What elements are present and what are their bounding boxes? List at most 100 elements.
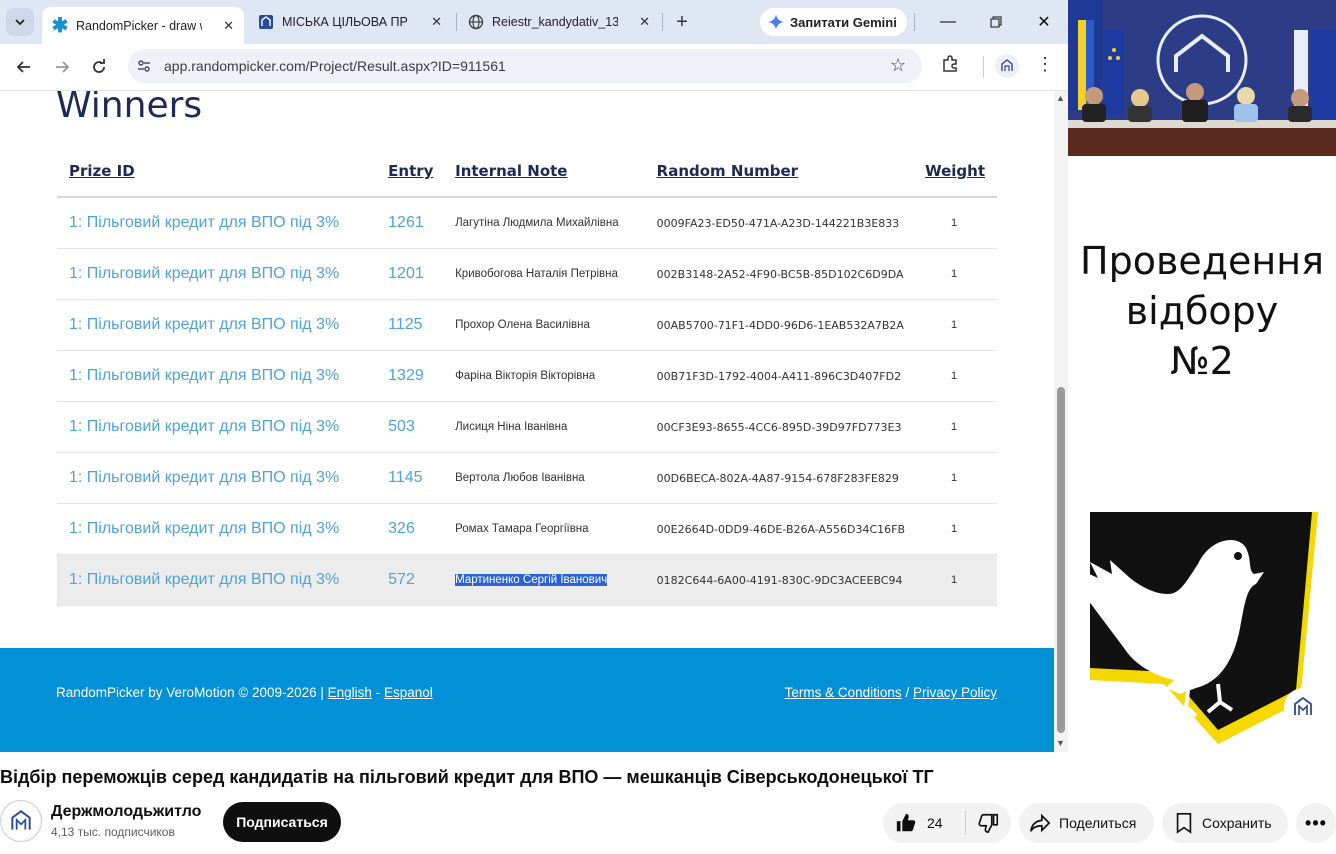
restore-button[interactable] <box>984 10 1008 34</box>
entry-link[interactable]: 1145 <box>376 452 444 504</box>
close-icon[interactable]: ✕ <box>639 14 650 30</box>
table-row: 1: Пільговий кредит для ВПО під 3% 326 Р… <box>57 503 997 555</box>
weight: 1 <box>913 350 997 402</box>
page-scrollbar[interactable]: ▲ ▼ <box>1054 91 1068 752</box>
close-window-button[interactable]: ✕ <box>1032 10 1056 34</box>
close-icon[interactable]: ✕ <box>431 14 442 30</box>
col-random-number[interactable]: Random Number <box>644 146 914 198</box>
entry-link[interactable]: 503 <box>376 401 444 453</box>
internal-note-selected: Мартиненко Сергій Іванович <box>443 554 645 606</box>
bookmark-star-icon[interactable]: ☆ <box>890 55 906 76</box>
channel-avatar[interactable] <box>0 800 42 842</box>
espanol-link[interactable]: Espanol <box>384 685 433 700</box>
prize-link[interactable]: 1: Пільговий кредит для ВПО під 3% <box>57 350 377 402</box>
save-button[interactable]: Сохранить <box>1162 803 1288 843</box>
privacy-link[interactable]: Privacy Policy <box>913 685 997 700</box>
weight: 1 <box>913 452 997 504</box>
col-weight[interactable]: Weight <box>913 146 997 198</box>
tab-title: Reiestr_kandydativ_13-0 <box>492 15 618 29</box>
more-actions-button[interactable]: ••• <box>1296 803 1336 843</box>
weight: 1 <box>913 503 997 555</box>
randompicker-page: Winners Prize ID Entry Internal Note Ran… <box>0 91 1054 752</box>
derzhmolod-logo-icon <box>1294 696 1312 715</box>
scroll-thumb[interactable] <box>1057 387 1065 733</box>
copyright-text: RandomPicker by VeroMotion © 2009-2026 | <box>56 685 324 700</box>
tab-registry[interactable]: Reiestr_kandydativ_13-0 ✕ <box>458 7 660 37</box>
tab-search-button[interactable] <box>6 8 34 36</box>
entry-link[interactable]: 1201 <box>376 248 444 300</box>
channel-name[interactable]: Держмолодьжитло <box>51 803 201 821</box>
internal-note: Лисиця Ніна Іванівна <box>443 401 645 453</box>
gemini-icon <box>768 14 784 30</box>
entry-link[interactable]: 1125 <box>376 299 444 351</box>
profile-avatar[interactable] <box>995 54 1019 78</box>
prize-link[interactable]: 1: Пільговий кредит для ВПО під 3% <box>57 554 377 606</box>
gemini-label: Запитати Gemini <box>790 14 897 30</box>
prize-link[interactable]: 1: Пільговий кредит для ВПО під 3% <box>57 503 377 555</box>
table-header: Prize ID Entry Internal Note Random Numb… <box>57 146 997 198</box>
terms-link[interactable]: Terms & Conditions <box>785 685 902 700</box>
internal-note: Фаріна Вікторія Вікторівна <box>443 350 645 402</box>
video-player[interactable]: ✱ RandomPicker - draw wi ✕ МІСЬКА ЦІЛЬОВ… <box>0 0 1336 752</box>
table-row: 1: Пільговий кредит для ВПО під 3% 1201 … <box>57 248 997 300</box>
extensions-icon[interactable] <box>940 54 960 79</box>
prize-link[interactable]: 1: Пільговий кредит для ВПО під 3% <box>57 248 377 300</box>
weight: 1 <box>913 401 997 453</box>
reload-button[interactable] <box>85 53 113 81</box>
tab-randompicker[interactable]: ✱ RandomPicker - draw wi ✕ <box>42 7 244 44</box>
prize-link[interactable]: 1: Пільговий кредит для ВПО під 3% <box>57 299 377 351</box>
address-bar[interactable]: app.randompicker.com/Project/Result.aspx… <box>128 49 922 83</box>
winners-table: Prize ID Entry Internal Note Random Numb… <box>57 146 997 606</box>
chevron-down-icon <box>15 19 25 26</box>
menu-kebab-icon[interactable]: ⋮ <box>1036 54 1054 75</box>
subscribe-button[interactable]: Подписаться <box>223 802 341 842</box>
tab-city-program[interactable]: МІСЬКА ЦІЛЬОВА ПРОГ ✕ <box>248 7 452 37</box>
gemini-button[interactable]: Запитати Gemini <box>760 8 907 36</box>
forward-button[interactable] <box>48 53 76 81</box>
weight: 1 <box>913 299 997 351</box>
link-separator: / <box>905 685 910 700</box>
asterisk-icon: ✱ <box>51 15 69 37</box>
scroll-down-arrow-icon[interactable]: ▼ <box>1056 738 1065 748</box>
internal-note: Кривобогова Наталія Петрівна <box>443 248 645 300</box>
new-tab-button[interactable]: + <box>670 8 694 36</box>
scroll-up-arrow-icon[interactable]: ▲ <box>1056 93 1065 103</box>
city-emblem-image <box>1068 512 1318 750</box>
page-footer: RandomPicker by VeroMotion © 2009-2026 |… <box>0 648 1054 752</box>
thumbs-up-icon <box>896 813 916 832</box>
minimize-button[interactable]: — <box>936 10 960 34</box>
prize-link[interactable]: 1: Пільговий кредит для ВПО під 3% <box>57 452 377 504</box>
weight: 1 <box>913 554 997 606</box>
dislike-button[interactable] <box>966 803 1011 843</box>
col-prize-id[interactable]: Prize ID <box>57 146 377 198</box>
page-title: Winners <box>56 91 203 126</box>
entry-link[interactable]: 1329 <box>376 350 444 402</box>
prize-link[interactable]: 1: Пільговий кредит для ВПО під 3% <box>57 401 377 453</box>
slide-caption: Проведення відбору №2 <box>1068 236 1336 386</box>
channel-watermark[interactable] <box>1284 688 1322 726</box>
close-icon[interactable]: ✕ <box>223 18 234 34</box>
video-title: Відбір переможців серед кандидатів на пі… <box>0 767 934 787</box>
table-row: 1: Пільговий кредит для ВПО під 3% 1329 … <box>57 350 997 402</box>
bookmark-icon <box>1176 813 1192 834</box>
table-row: 1: Пільговий кредит для ВПО під 3% 503 Л… <box>57 401 997 453</box>
browser-toolbar: app.randompicker.com/Project/Result.aspx… <box>0 44 1068 91</box>
english-link[interactable]: English <box>328 685 372 700</box>
entry-link[interactable]: 572 <box>376 554 444 606</box>
like-button[interactable]: 24 <box>883 803 965 843</box>
thumbs-down-icon <box>977 813 998 833</box>
site-settings-icon[interactable] <box>136 58 152 74</box>
share-button[interactable]: Поделиться <box>1019 803 1154 843</box>
col-entry[interactable]: Entry <box>376 146 444 198</box>
back-button[interactable] <box>10 53 38 81</box>
random-number: 00E2664D-0DD9-46DE-B26A-A556D34C16FB <box>644 503 914 555</box>
globe-icon <box>468 14 484 30</box>
col-internal-note[interactable]: Internal Note <box>443 146 645 198</box>
derzhmolod-logo-icon <box>11 810 31 830</box>
press-conference-scene <box>1068 0 1336 156</box>
entry-link[interactable]: 326 <box>376 503 444 555</box>
prize-link[interactable]: 1: Пільговий кредит для ВПО під 3% <box>57 197 377 249</box>
entry-link[interactable]: 1261 <box>376 197 444 249</box>
random-number: 00D6BECA-802A-4A87-9154-678F283FE829 <box>644 452 914 504</box>
lang-separator: - <box>375 685 381 700</box>
